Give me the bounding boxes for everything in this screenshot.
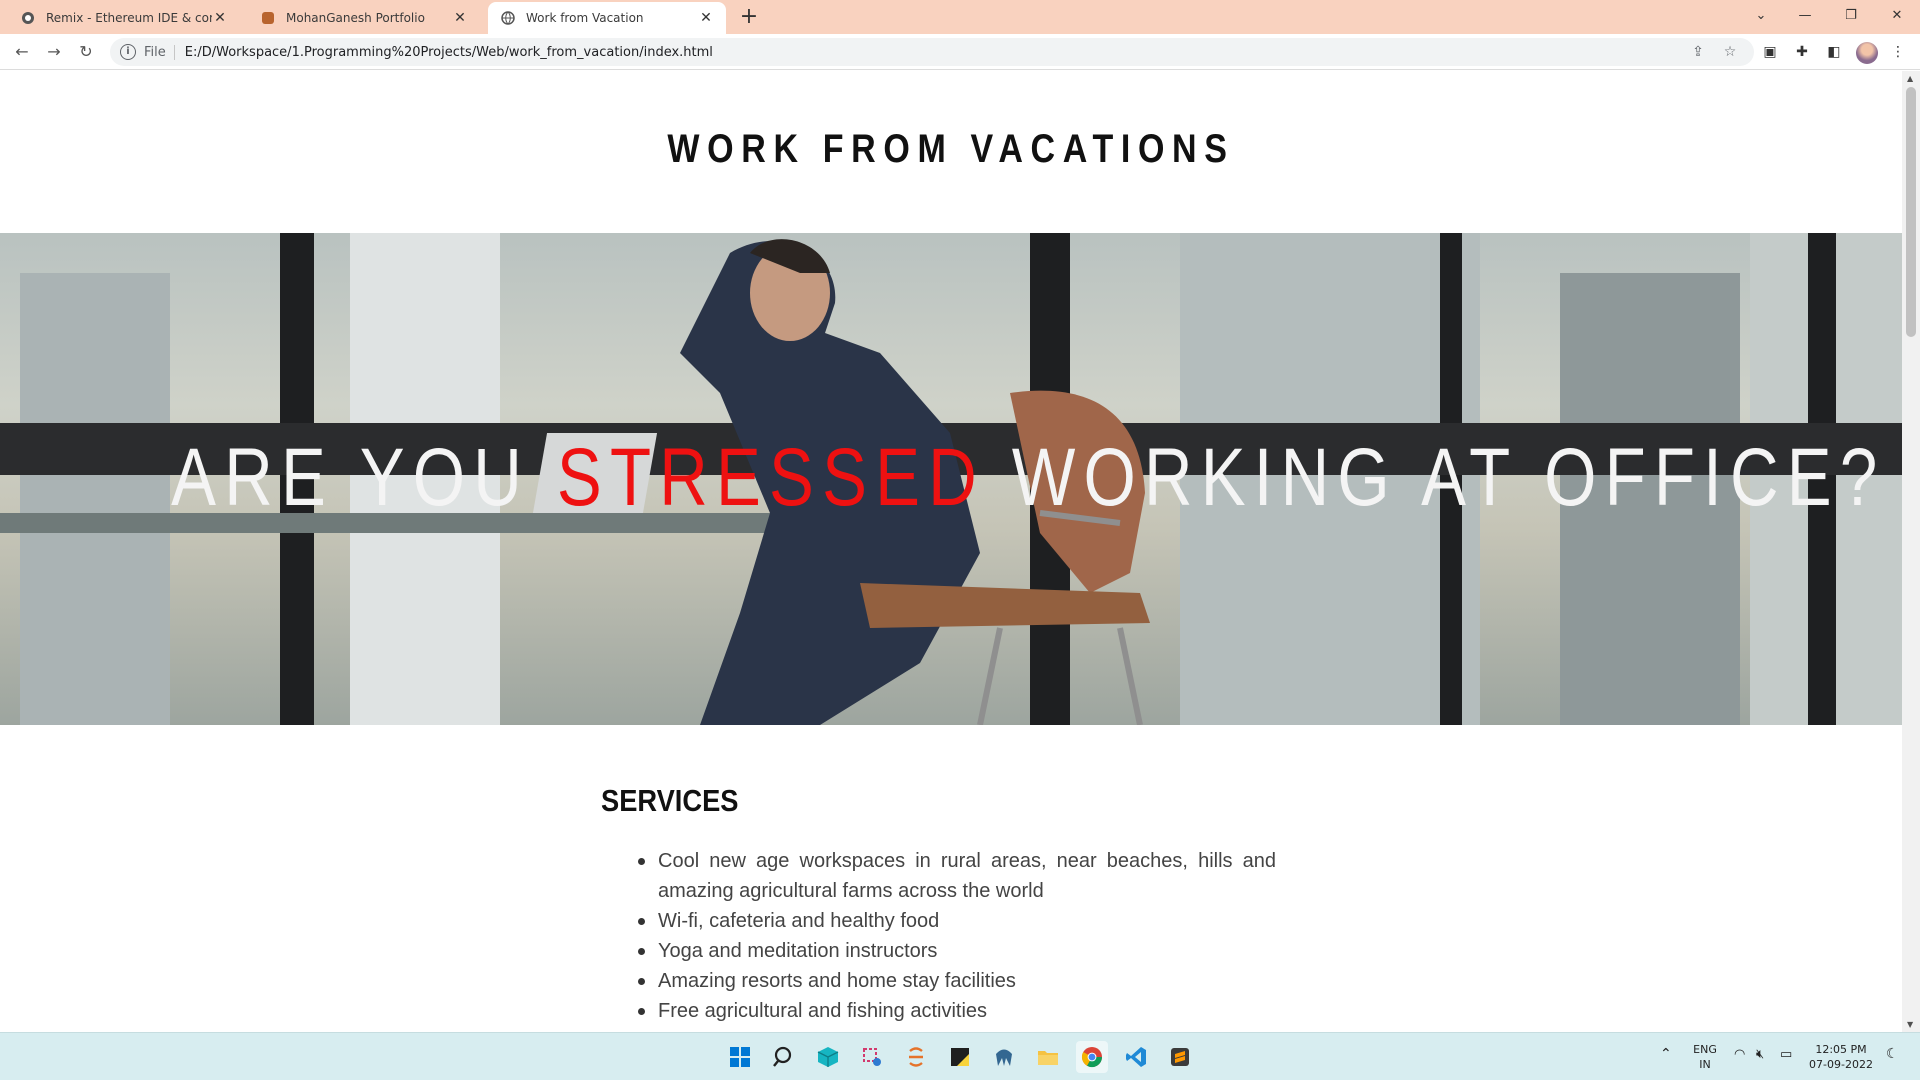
- volume-muted-icon[interactable]: 🔇︎: [1756, 1047, 1764, 1062]
- search-icon[interactable]: [768, 1041, 800, 1073]
- tab-title: Remix - Ethereum IDE & commu: [46, 11, 212, 25]
- language-indicator[interactable]: ENG IN: [1690, 1042, 1720, 1072]
- close-icon[interactable]: ✕: [452, 10, 468, 26]
- sublime-icon[interactable]: [1164, 1041, 1196, 1073]
- profile-avatar[interactable]: [1856, 42, 1878, 64]
- new-tab-button[interactable]: +: [736, 5, 762, 31]
- address-bar[interactable]: i File E:/D/Workspace/1.Programming%20Pr…: [110, 38, 1754, 66]
- clock[interactable]: 12:05 PM 07-09-2022: [1808, 1042, 1874, 1072]
- page-viewport: WORK FROM VACATIONS ARE YOU STRESSED WOR…: [0, 71, 1902, 1032]
- wifi-icon[interactable]: ◠: [1734, 1047, 1745, 1062]
- tab-search-chevron-icon[interactable]: ⌄: [1738, 2, 1784, 30]
- tab-title: MohanGanesh Portfolio: [286, 11, 425, 25]
- notification-moon-icon[interactable]: ☾: [1886, 1047, 1899, 1062]
- tab-portfolio[interactable]: MohanGanesh Portfolio ✕: [248, 2, 480, 34]
- chrome-icon[interactable]: [1076, 1041, 1108, 1073]
- scrollbar-thumb[interactable]: [1906, 87, 1916, 337]
- close-icon[interactable]: ✕: [698, 10, 714, 26]
- battery-icon[interactable]: ▭: [1780, 1047, 1792, 1062]
- clock-date: 07-09-2022: [1809, 1058, 1873, 1071]
- list-item: Free agricultural and fishing activities: [638, 996, 1276, 1026]
- tab-remix[interactable]: Remix - Ethereum IDE & commu ✕: [8, 2, 240, 34]
- tab-strip: Remix - Ethereum IDE & commu ✕ MohanGane…: [0, 0, 1920, 34]
- bookmark-star-icon[interactable]: ☆: [1720, 42, 1740, 62]
- hero-text-before: ARE YOU: [171, 432, 557, 523]
- language-line2: IN: [1699, 1058, 1711, 1071]
- info-icon[interactable]: i: [120, 44, 136, 60]
- hero-headline: ARE YOU STRESSED WORKING AT OFFICE?: [171, 431, 1877, 525]
- vscode-icon[interactable]: [1120, 1041, 1152, 1073]
- address-scheme: File: [144, 44, 175, 60]
- extension-reader-icon[interactable]: ▣: [1760, 42, 1780, 62]
- clock-time: 12:05 PM: [1815, 1043, 1867, 1056]
- services-list: Cool new age workspaces in rural areas, …: [638, 846, 1276, 1026]
- database-icon[interactable]: [988, 1041, 1020, 1073]
- extensions-puzzle-icon[interactable]: ✚: [1792, 42, 1812, 62]
- scroll-up-icon[interactable]: ▲: [1907, 74, 1913, 83]
- page-scrollbar[interactable]: ▲ ▼: [1902, 71, 1920, 1032]
- window-close-icon[interactable]: ✕: [1874, 2, 1920, 30]
- tray-chevron-icon[interactable]: ⌃: [1660, 1047, 1672, 1062]
- minimize-icon[interactable]: —: [1782, 2, 1828, 30]
- language-line1: ENG: [1693, 1043, 1717, 1056]
- restore-icon[interactable]: ❐: [1828, 2, 1874, 30]
- close-icon[interactable]: ✕: [212, 10, 228, 26]
- sticky-notes-icon[interactable]: [944, 1041, 976, 1073]
- hero-banner: ARE YOU STRESSED WORKING AT OFFICE?: [0, 233, 1902, 725]
- tab-title: Work from Vacation: [526, 11, 644, 25]
- share-icon[interactable]: ⇪: [1688, 42, 1708, 62]
- reload-icon[interactable]: ↻: [74, 40, 98, 64]
- hero-text-highlight: STRESSED: [556, 432, 985, 523]
- menu-kebab-icon[interactable]: ⋮: [1888, 42, 1908, 62]
- services-heading: SERVICES: [601, 783, 739, 818]
- list-item: Wi-fi, cafeteria and healthy food: [638, 906, 1276, 936]
- portfolio-icon: [260, 10, 276, 26]
- list-item: Amazing resorts and home stay facilities: [638, 966, 1276, 996]
- file-explorer-icon[interactable]: [1032, 1041, 1064, 1073]
- browser-toolbar: ← → ↻ i File E:/D/Workspace/1.Programmin…: [0, 34, 1920, 70]
- forward-arrow-icon[interactable]: →: [42, 40, 66, 64]
- eclipse-icon[interactable]: [900, 1041, 932, 1073]
- side-panel-icon[interactable]: ◧: [1824, 42, 1844, 62]
- remix-icon: [20, 10, 36, 26]
- 3d-cube-icon[interactable]: [812, 1041, 844, 1073]
- windows-taskbar: ⌃ ENG IN ◠ 🔇︎ ▭ 12:05 PM 07-09-2022 ☾: [0, 1032, 1920, 1080]
- hero-text-after: WORKING AT OFFICE?: [984, 432, 1886, 523]
- back-arrow-icon[interactable]: ←: [10, 40, 34, 64]
- globe-icon: [500, 10, 516, 26]
- address-url[interactable]: E:/D/Workspace/1.Programming%20Projects/…: [185, 45, 713, 60]
- site-title: WORK FROM VACATIONS: [667, 127, 1235, 171]
- scroll-down-icon[interactable]: ▼: [1907, 1020, 1913, 1029]
- list-item: Cool new age workspaces in rural areas, …: [638, 846, 1276, 906]
- windows-start-icon[interactable]: [724, 1041, 756, 1073]
- tab-work-from-vacation[interactable]: Work from Vacation ✕: [488, 2, 726, 34]
- list-item: Yoga and meditation instructors: [638, 936, 1276, 966]
- snipping-tool-icon[interactable]: [856, 1041, 888, 1073]
